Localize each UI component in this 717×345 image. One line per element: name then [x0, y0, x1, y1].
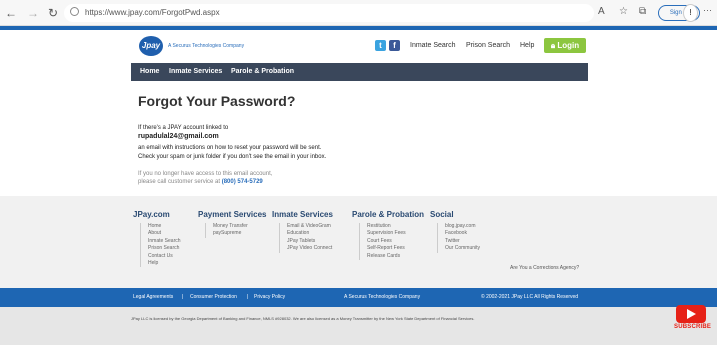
profile-icon[interactable]: ⵑ	[683, 4, 698, 22]
facebook-icon[interactable]: f	[389, 40, 400, 51]
twitter-icon[interactable]: t	[375, 40, 386, 51]
nav-home[interactable]: Home	[140, 63, 159, 81]
footer-link[interactable]: Court Fees	[367, 238, 406, 245]
read-aloud-icon[interactable]: A	[598, 6, 605, 17]
lock-icon: 🔒︎	[550, 41, 556, 50]
footer-list-jpay: Home About Inmate Search Prison Search C…	[140, 223, 181, 268]
account-email: rupadulal24@gmail.com	[138, 133, 219, 140]
youtube-play-icon[interactable]	[676, 305, 706, 323]
favorite-icon[interactable]: ☆	[619, 6, 628, 17]
footer-link[interactable]: JPay Tablets	[287, 238, 332, 245]
footer-link[interactable]: Prison Search	[148, 245, 181, 252]
footer-heading-inmate: Inmate Services	[272, 210, 333, 219]
inmate-search-link[interactable]: Inmate Search	[410, 42, 456, 49]
consumer-protection-link[interactable]: Consumer Protection	[190, 294, 237, 300]
footer-link[interactable]: Home	[148, 223, 181, 230]
footer-link[interactable]: Education	[287, 230, 332, 237]
browser-toolbar: ← → ↻ https://www.jpay.com/ForgotPwd.asp…	[0, 0, 717, 26]
help-link[interactable]: Help	[520, 42, 534, 49]
login-button[interactable]: 🔒︎ Login	[544, 38, 586, 53]
jpay-logo[interactable]: Jpay	[139, 36, 163, 56]
footer-link[interactable]: JPay Video Connect	[287, 245, 332, 252]
page-body	[0, 30, 717, 196]
bar-divider: |	[182, 294, 184, 300]
footer-list-parole: Restitution Supervision Fees Court Fees …	[359, 223, 406, 261]
corrections-agency-link[interactable]: Are You a Corrections Agency?	[510, 265, 579, 271]
back-icon[interactable]: ←	[4, 5, 18, 21]
company-text: A Securus Technologies Company	[344, 294, 421, 300]
login-label: Login	[557, 41, 580, 50]
footer-link[interactable]: paySupreme	[213, 230, 248, 237]
footer-link[interactable]: Release Cards	[367, 253, 406, 260]
page-title: Forgot Your Password?	[138, 93, 296, 109]
footer-link[interactable]: Money Transfer	[213, 223, 248, 230]
call-service-text: please call customer service at	[138, 179, 221, 185]
footer-heading-payment: Payment Services	[198, 210, 267, 219]
privacy-policy-link[interactable]: Privacy Policy	[254, 294, 285, 300]
call-service-line: please call customer service at (800) 57…	[138, 179, 263, 185]
footer-heading-social: Social	[430, 210, 454, 219]
legal-agreements-link[interactable]: Legal Agreements	[133, 294, 173, 300]
nav-parole-probation[interactable]: Parole & Probation	[231, 63, 294, 81]
footer-heading-jpay: JPay.com	[133, 210, 170, 219]
footer-list-social: blog.jpay.com Facebook Twitter Our Commu…	[437, 223, 480, 253]
info-line-1: If there's a JPAY account linked to	[138, 125, 229, 131]
footer-heading-parole: Parole & Probation	[352, 210, 425, 219]
footer-link[interactable]: Email & VideoGram	[287, 223, 332, 230]
footer-link[interactable]: Help	[148, 260, 181, 267]
copyright-text: © 2002-2021 JPay LLC All Rights Reserved	[481, 294, 579, 300]
refresh-icon[interactable]: ↻	[46, 5, 60, 21]
site-info-icon[interactable]	[70, 7, 79, 16]
prison-search-link[interactable]: Prison Search	[466, 42, 510, 49]
more-icon[interactable]: ···	[703, 5, 712, 15]
subscribe-label[interactable]: SUBSCRIBE	[674, 324, 711, 330]
footer-link[interactable]: Restitution	[367, 223, 406, 230]
collections-icon[interactable]: ⧉	[639, 6, 646, 17]
footer-link[interactable]: Supervision Fees	[367, 230, 406, 237]
footer-link[interactable]: blog.jpay.com	[445, 223, 480, 230]
address-bar[interactable]: https://www.jpay.com/ForgotPwd.aspx	[64, 4, 594, 22]
no-access-line: If you no longer have access to this ema…	[138, 171, 273, 177]
footer-link[interactable]: Self-Report Fees	[367, 245, 406, 252]
main-nav: Home Inmate Services Parole & Probation	[131, 63, 588, 81]
footer-link[interactable]: About	[148, 230, 181, 237]
info-line-2: an email with instructions on how to res…	[138, 145, 322, 151]
footer-link[interactable]: Inmate Search	[148, 238, 181, 245]
footer-link[interactable]: Contact Us	[148, 253, 181, 260]
logo-tagline: A Securus Technologies Company	[168, 43, 245, 49]
info-line-3: Check your spam or junk folder if you do…	[138, 154, 327, 160]
footer-link[interactable]: Twitter	[445, 238, 480, 245]
footer-link[interactable]: Our Community	[445, 245, 480, 252]
footer-list-inmate: Email & VideoGram Education JPay Tablets…	[279, 223, 332, 253]
license-text: JPay LLC is licensed by the Georgia Depa…	[131, 316, 475, 321]
footer-list-payment: Money Transfer paySupreme	[205, 223, 248, 238]
nav-inmate-services[interactable]: Inmate Services	[169, 63, 222, 81]
forward-icon[interactable]: →	[26, 5, 40, 21]
license-bar	[0, 307, 717, 345]
footer-link[interactable]: Facebook	[445, 230, 480, 237]
phone-number[interactable]: (800) 574-5729	[222, 179, 263, 185]
bar-divider: |	[247, 294, 249, 300]
address-url: https://www.jpay.com/ForgotPwd.aspx	[85, 8, 220, 17]
